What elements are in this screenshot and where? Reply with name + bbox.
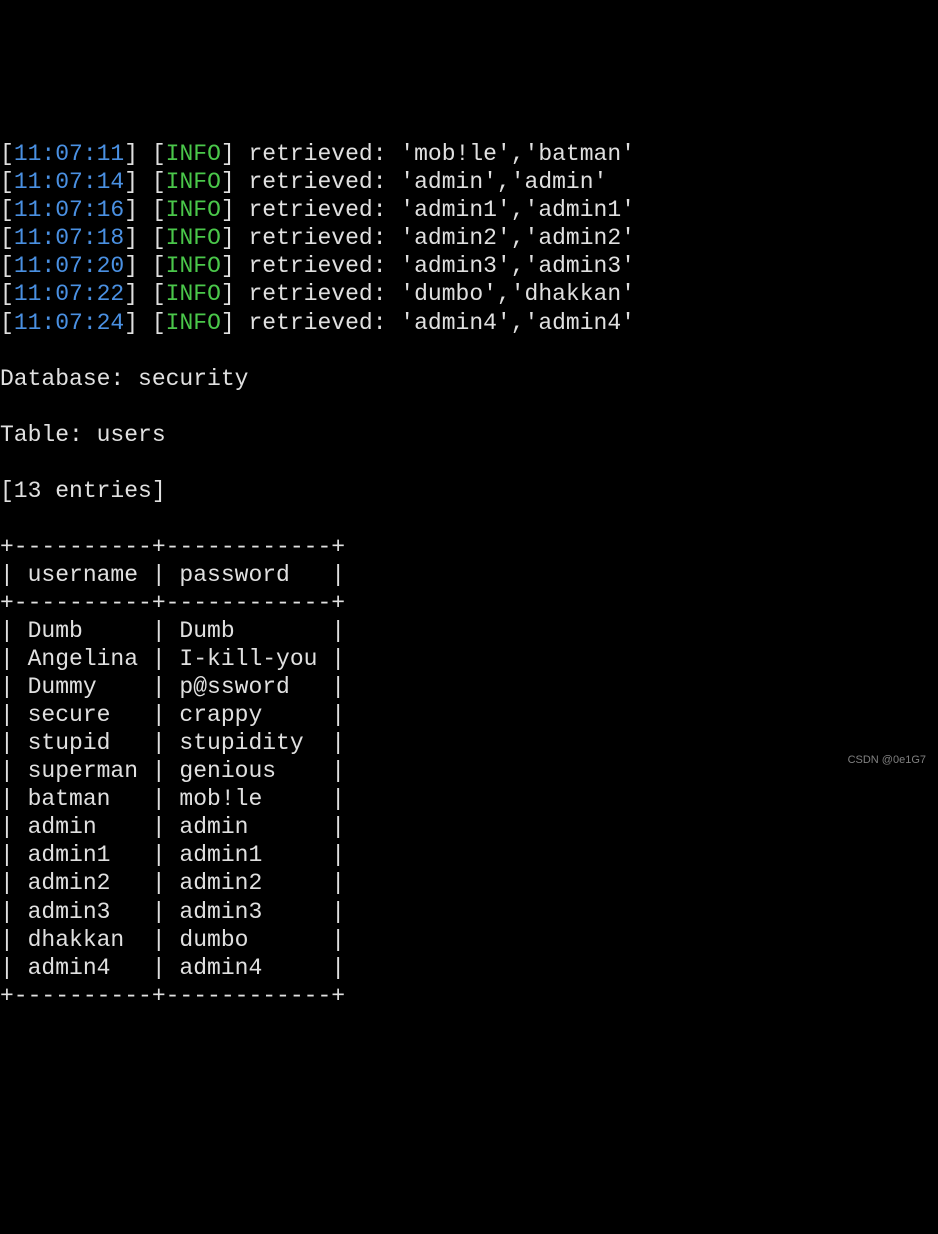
log-line: [11:07:20] [INFO] retrieved: 'admin3','a… xyxy=(0,252,938,280)
terminal-output: [11:07:11] [INFO] retrieved: 'mob!le','b… xyxy=(0,112,938,1038)
log-level: INFO xyxy=(166,281,221,307)
log-message: retrieved: 'admin','admin' xyxy=(248,169,607,195)
table-border: +----------+------------+ xyxy=(0,982,938,1010)
log-timestamp: 11:07:18 xyxy=(14,225,124,251)
table-border: +----------+------------+ xyxy=(0,589,938,617)
log-message: retrieved: 'mob!le','batman' xyxy=(248,141,634,167)
log-timestamp: 11:07:16 xyxy=(14,197,124,223)
table-row: | Dummy | p@ssword | xyxy=(0,673,938,701)
log-line: [11:07:16] [INFO] retrieved: 'admin1','a… xyxy=(0,196,938,224)
log-lines: [11:07:11] [INFO] retrieved: 'mob!le','b… xyxy=(0,140,938,336)
log-timestamp: 11:07:20 xyxy=(14,253,124,279)
log-level: INFO xyxy=(166,197,221,223)
database-line: Database: security xyxy=(0,365,938,393)
table-row: | dhakkan | dumbo | xyxy=(0,926,938,954)
log-level: INFO xyxy=(166,169,221,195)
table-row: | admin2 | admin2 | xyxy=(0,869,938,897)
log-level: INFO xyxy=(166,253,221,279)
log-line: [11:07:24] [INFO] retrieved: 'admin4','a… xyxy=(0,309,938,337)
table-row: | admin4 | admin4 | xyxy=(0,954,938,982)
log-timestamp: 11:07:22 xyxy=(14,281,124,307)
table-header: | username | password | xyxy=(0,561,938,589)
log-line: [11:07:22] [INFO] retrieved: 'dumbo','dh… xyxy=(0,280,938,308)
table-row: | superman | genious | xyxy=(0,757,938,785)
table-row: | secure | crappy | xyxy=(0,701,938,729)
log-timestamp: 11:07:14 xyxy=(14,169,124,195)
log-message: retrieved: 'admin4','admin4' xyxy=(248,310,634,336)
log-message: retrieved: 'dumbo','dhakkan' xyxy=(248,281,634,307)
table-row: | batman | mob!le | xyxy=(0,785,938,813)
log-line: [11:07:18] [INFO] retrieved: 'admin2','a… xyxy=(0,224,938,252)
log-line: [11:07:11] [INFO] retrieved: 'mob!le','b… xyxy=(0,140,938,168)
results-table: +----------+------------+| username | pa… xyxy=(0,533,938,1010)
table-row: | admin3 | admin3 | xyxy=(0,898,938,926)
entries-line: [13 entries] xyxy=(0,477,938,505)
log-message: retrieved: 'admin3','admin3' xyxy=(248,253,634,279)
watermark: CSDN @0e1G7 xyxy=(848,754,926,767)
log-level: INFO xyxy=(166,310,221,336)
table-row: | admin | admin | xyxy=(0,813,938,841)
table-row: | Angelina | I-kill-you | xyxy=(0,645,938,673)
log-line: [11:07:14] [INFO] retrieved: 'admin','ad… xyxy=(0,168,938,196)
log-message: retrieved: 'admin2','admin2' xyxy=(248,225,634,251)
table-row: | admin1 | admin1 | xyxy=(0,841,938,869)
log-level: INFO xyxy=(166,141,221,167)
log-timestamp: 11:07:24 xyxy=(14,310,124,336)
log-level: INFO xyxy=(166,225,221,251)
table-border: +----------+------------+ xyxy=(0,533,938,561)
log-timestamp: 11:07:11 xyxy=(14,141,124,167)
table-line: Table: users xyxy=(0,421,938,449)
table-row: | Dumb | Dumb | xyxy=(0,617,938,645)
log-message: retrieved: 'admin1','admin1' xyxy=(248,197,634,223)
table-row: | stupid | stupidity | xyxy=(0,729,938,757)
